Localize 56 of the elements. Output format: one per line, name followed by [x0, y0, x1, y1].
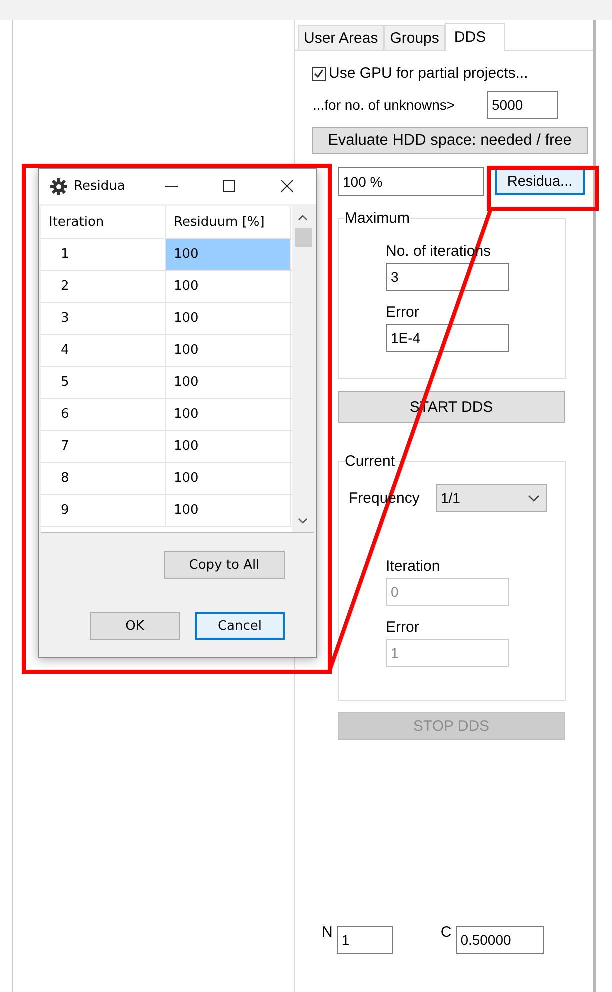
ok-button[interactable]: OK — [90, 612, 180, 640]
checkbox[interactable] — [312, 66, 326, 80]
table-cell[interactable]: 100 — [166, 399, 291, 430]
scroll-up-icon — [298, 214, 308, 222]
caret-icon — [528, 494, 540, 502]
input-field[interactable]: 1E-4 — [386, 324, 509, 352]
table-cell[interactable]: 100 — [166, 271, 291, 302]
table-cell: 4 — [41, 335, 166, 366]
dropdown-value: 1/1 — [441, 490, 460, 506]
table-cell[interactable]: 100 — [166, 367, 291, 398]
table-cell: 5 — [41, 367, 166, 398]
residuum-field[interactable]: 100 % — [338, 167, 484, 196]
field-label: Iteration — [386, 558, 440, 575]
field-label: N — [322, 924, 333, 941]
table-cell: 8 — [41, 463, 166, 494]
field-label: Error — [386, 304, 420, 321]
group-title: Current — [345, 453, 396, 470]
field-label: Error — [386, 619, 420, 636]
tab[interactable]: User Areas — [298, 25, 384, 50]
window-title: Residua — [74, 179, 126, 194]
cancel-button[interactable]: Cancel — [195, 612, 285, 640]
table-cell[interactable]: 100 — [166, 303, 291, 334]
c-field[interactable]: 0.50000 — [456, 926, 544, 954]
table-cell: 7 — [41, 431, 166, 462]
evaluate-button[interactable]: Evaluate HDD space: needed / free — [312, 127, 588, 154]
checkbox-label: Use GPU for partial projects... — [329, 65, 528, 82]
table-cell[interactable]: 100 — [166, 239, 291, 270]
unknowns-field[interactable]: 5000 — [487, 91, 558, 119]
scrollbar-thumb[interactable] — [295, 228, 312, 247]
gear-icon — [50, 178, 68, 196]
input-field[interactable]: 3 — [386, 263, 509, 291]
column-header: Iteration — [41, 206, 166, 238]
table-cell[interactable]: 100 — [166, 463, 291, 494]
table-cell[interactable]: 100 — [166, 335, 291, 366]
table-cell: 9 — [41, 495, 166, 526]
residua-button[interactable]: Residua... — [495, 168, 585, 195]
minimize-icon — [164, 186, 178, 187]
table-cell: 2 — [41, 271, 166, 302]
field-label: ...for no. of unknowns> — [313, 97, 456, 113]
table-cell: 6 — [41, 399, 166, 430]
tab[interactable]: DDS — [445, 23, 506, 51]
scrollbar[interactable] — [292, 206, 314, 532]
group-title: Maximum — [345, 210, 410, 227]
table-cell[interactable]: 100 — [166, 495, 291, 526]
maximize-icon — [222, 180, 236, 193]
column-header: Residuum [%] — [166, 206, 291, 238]
check-icon — [313, 68, 325, 79]
field-label: C — [440, 924, 452, 941]
copy-to-all-button[interactable]: Copy to All — [164, 551, 285, 579]
n-field[interactable]: 1 — [336, 926, 393, 954]
tab[interactable]: Groups — [384, 25, 446, 50]
frequency-dropdown[interactable]: 1/1 — [436, 484, 547, 512]
scroll-down-icon — [298, 517, 308, 525]
table-cell: 3 — [41, 303, 166, 334]
close-icon — [280, 180, 294, 193]
table-cell[interactable]: 100 — [166, 431, 291, 462]
